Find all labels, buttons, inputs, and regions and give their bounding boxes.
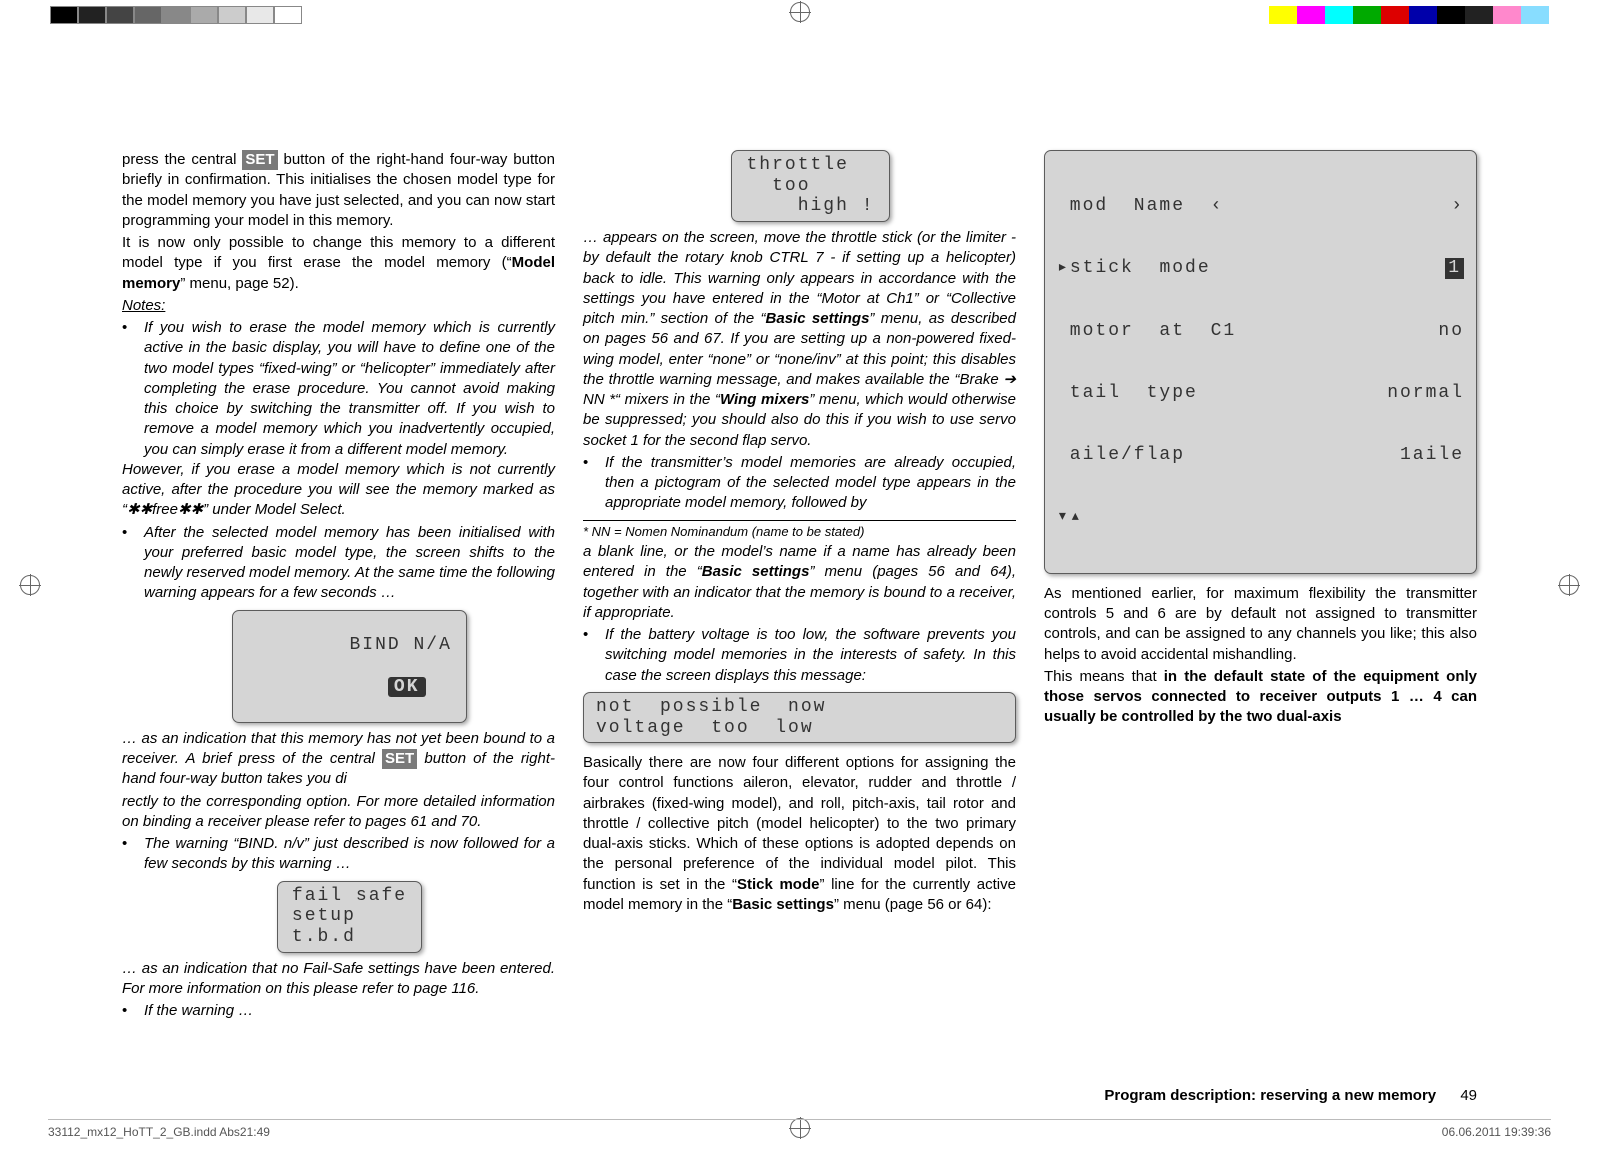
footnote: * NN = Nomen Nominandum (name to be stat… — [583, 523, 1016, 541]
gray-swatch-strip — [50, 6, 302, 24]
paragraph: As mentioned earlier, for maximum flexib… — [1044, 584, 1477, 665]
paragraph: This means that in the default state of … — [1044, 667, 1477, 728]
note-bullet-4: • If the warning … — [122, 1001, 555, 1021]
lcd-stick-mode-menu: mod Name ‹› ▸stick mode1 motor at C1no t… — [1044, 150, 1477, 574]
imprint-file: 33112_mx12_HoTT_2_GB.indd Abs21:49 — [48, 1124, 270, 1140]
lcd-voltage-low: not possible now voltage too low — [583, 692, 1016, 743]
paragraph: It is now only possible to change this m… — [122, 233, 555, 294]
note-bullet-6: • If the battery voltage is too low, the… — [583, 625, 1016, 686]
set-button-label: SET — [382, 749, 417, 769]
note-bullet-3-cont: … as an indication that no Fail-Safe set… — [122, 959, 555, 1000]
body-text-columns: press the central SET button of the righ… — [122, 150, 1477, 1063]
set-button-label: SET — [242, 150, 277, 170]
note-bullet-2-cont2: rectly to the corresponding option. For … — [122, 792, 555, 833]
note-bullet-5-cont: a blank line, or the model’s name if a n… — [583, 542, 1016, 623]
paragraph: Basically there are now four different o… — [583, 753, 1016, 915]
color-swatch-strip — [1269, 6, 1549, 24]
registration-mark-icon — [1559, 575, 1579, 595]
imprint-timestamp: 06.06.2011 19:39:36 — [1442, 1124, 1551, 1140]
note-bullet-5: • If the transmitter’s model memories ar… — [583, 453, 1016, 514]
page-footer: Program description: reserving a new mem… — [1104, 1086, 1477, 1106]
footnote-rule — [583, 520, 1016, 521]
note-bullet-4-cont: … appears on the screen, move the thrott… — [583, 228, 1016, 451]
registration-mark-icon — [790, 2, 810, 22]
paragraph: press the central SET button of the righ… — [122, 150, 555, 231]
lcd-failsafe: fail safe setup t.b.d — [144, 881, 555, 953]
notes-heading: Notes: — [122, 296, 555, 316]
note-bullet-1: • If you wish to erase the model memory … — [122, 318, 555, 460]
page-number: 49 — [1460, 1087, 1477, 1104]
note-bullet-3: • The warning “BIND. n/v” just described… — [122, 834, 555, 875]
note-bullet-2: • After the selected model memory has be… — [122, 523, 555, 604]
note-bullet-1-cont: However, if you erase a model memory whi… — [122, 460, 555, 521]
lcd-throttle-high: throttle too high ! — [605, 150, 1016, 222]
lcd-bind-na: BIND N/A OK — [144, 610, 555, 723]
imprint-bar: 33112_mx12_HoTT_2_GB.indd Abs21:49 06.06… — [48, 1119, 1551, 1140]
lcd-ok-badge: OK — [388, 677, 426, 698]
scroll-arrows-icon: ▾▴ — [1057, 507, 1464, 528]
section-title: Program description: reserving a new mem… — [1104, 1087, 1436, 1104]
registration-mark-icon — [20, 575, 40, 595]
manual-page: press the central SET button of the righ… — [0, 0, 1599, 1168]
note-bullet-2-cont: … as an indication that this memory has … — [122, 729, 555, 790]
